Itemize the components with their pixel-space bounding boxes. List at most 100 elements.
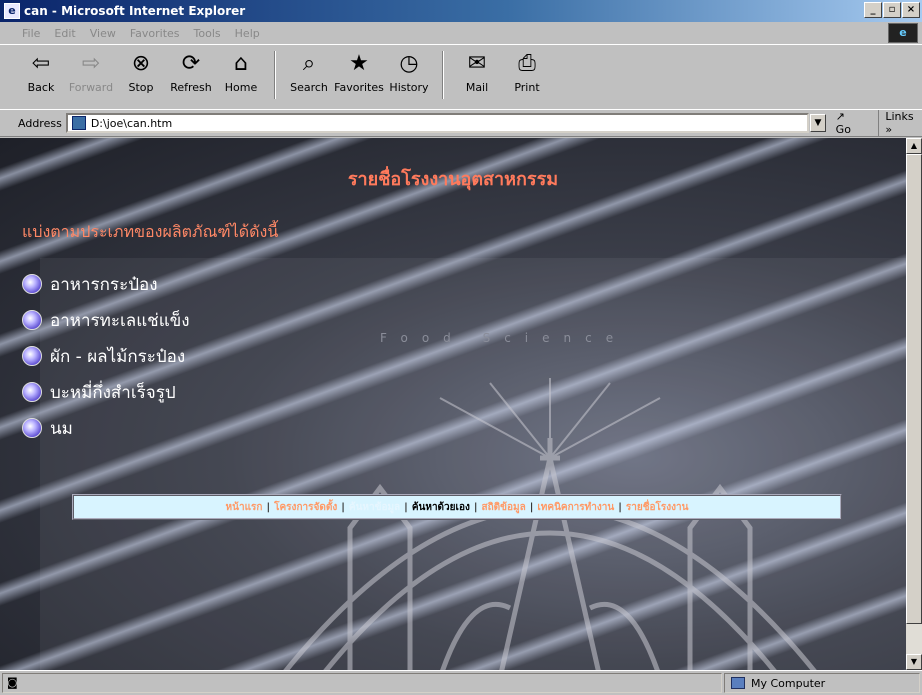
forward-arrow-icon: ⇨: [81, 51, 101, 76]
search-icon: ⌕: [302, 51, 316, 76]
bullet-icon: [22, 274, 42, 294]
menu-view[interactable]: View: [90, 27, 116, 40]
status-text: ◙: [2, 673, 722, 693]
mail-button[interactable]: ✉ Mail: [452, 45, 502, 94]
favorites-icon: ★: [349, 51, 369, 76]
forward-label: Forward: [68, 81, 114, 94]
history-icon: ◷: [399, 51, 419, 76]
links-button[interactable]: Links »: [878, 110, 922, 136]
home-label: Home: [224, 81, 258, 94]
bullet-icon: [22, 418, 42, 438]
scroll-thumb[interactable]: [906, 154, 922, 624]
category-label: อาหารกระป๋อง: [50, 274, 158, 295]
bullet-icon: [22, 346, 42, 366]
nav-separator: |: [529, 501, 534, 513]
page-viewport: รายชื่อโรงงานอุตสาหกรรม แบ่งตามประเภทของ…: [0, 138, 906, 670]
ie-throbber-icon: e: [888, 23, 918, 43]
category-link-canned-food[interactable]: อาหารกระป๋อง: [22, 266, 190, 302]
go-button[interactable]: ↗ Go: [836, 110, 863, 136]
category-label: นม: [50, 418, 73, 439]
menu-edit[interactable]: Edit: [54, 27, 75, 40]
page-icon: [71, 116, 86, 130]
bullet-icon: [22, 310, 42, 330]
nav-link-home[interactable]: หน้าแรก: [226, 500, 263, 515]
address-value: D:\joe\can.htm: [90, 116, 173, 130]
nav-link-statistics[interactable]: สถิติข้อมูล: [482, 500, 526, 515]
stop-icon: ⊗: [131, 51, 151, 76]
category-label: อาหารทะเลแช่แข็ง: [50, 310, 190, 331]
refresh-button[interactable]: ⟳ Refresh: [166, 45, 216, 94]
mail-label: Mail: [465, 81, 489, 94]
refresh-label: Refresh: [170, 81, 212, 94]
security-zone: My Computer: [724, 673, 920, 693]
back-arrow-icon: ⇦: [31, 51, 51, 76]
nav-link-factory-list[interactable]: รายชื่อโรงงาน: [626, 500, 689, 515]
search-label: Search: [290, 81, 328, 94]
print-button[interactable]: ⎙ Print: [502, 45, 552, 94]
window-titlebar: e can - Microsoft Internet Explorer _ ▫ …: [0, 0, 922, 22]
page-status-icon: ◙: [7, 676, 18, 689]
print-icon: ⎙: [518, 51, 536, 76]
toolbar-separator: [274, 51, 276, 99]
vertical-scrollbar[interactable]: ▲ ▼: [906, 138, 922, 670]
nav-link-project[interactable]: โครงการจัดตั้ง: [274, 500, 337, 515]
history-button[interactable]: ◷ History: [384, 45, 434, 94]
category-link-instant-noodles[interactable]: บะหมี่กึ่งสำเร็จรูป: [22, 374, 190, 410]
category-label: บะหมี่กึ่งสำเร็จรูป: [50, 382, 176, 403]
menu-file[interactable]: File: [22, 27, 40, 40]
stop-label: Stop: [128, 81, 154, 94]
menu-help[interactable]: Help: [235, 27, 260, 40]
window-title: can - Microsoft Internet Explorer: [24, 4, 246, 18]
menu-bar: File Edit View Favorites Tools Help e: [0, 22, 922, 44]
nav-link-search[interactable]: ค้นหาข้อมูล: [349, 500, 400, 515]
stop-button[interactable]: ⊗ Stop: [116, 45, 166, 94]
category-link-canned-fruit-veg[interactable]: ผัก - ผลไม้กระป๋อง: [22, 338, 190, 374]
category-link-milk[interactable]: นม: [22, 410, 190, 446]
address-label: Address: [18, 116, 62, 130]
page-subheading: แบ่งตามประเภทของผลิตภัณฑ์ได้ดังนี้: [22, 222, 279, 241]
refresh-icon: ⟳: [181, 51, 201, 76]
print-label: Print: [514, 81, 540, 94]
category-label: ผัก - ผลไม้กระป๋อง: [50, 346, 186, 367]
my-computer-icon: [731, 677, 745, 689]
scroll-up-button[interactable]: ▲: [906, 138, 922, 154]
bottom-nav-bar: หน้าแรก | โครงการจัดตั้ง | ค้นหาข้อมูล |…: [72, 494, 842, 520]
close-button[interactable]: ×: [902, 2, 920, 18]
nav-separator: |: [618, 501, 622, 513]
forward-button[interactable]: ⇨ Forward: [66, 45, 116, 94]
maximize-button[interactable]: ▫: [883, 2, 901, 18]
nav-separator: |: [404, 501, 408, 513]
home-button[interactable]: ⌂ Home: [216, 45, 266, 94]
back-label: Back: [27, 81, 55, 94]
back-button[interactable]: ⇦ Back: [16, 45, 66, 94]
menu-favorites[interactable]: Favorites: [130, 27, 180, 40]
minimize-button[interactable]: _: [864, 2, 882, 18]
favorites-label: Favorites: [334, 81, 384, 94]
toolbar-separator: [442, 51, 444, 99]
category-link-frozen-seafood[interactable]: อาหารทะเลแช่แข็ง: [22, 302, 190, 338]
nav-separator: |: [341, 501, 345, 513]
address-input[interactable]: D:\joe\can.htm: [65, 113, 810, 133]
zone-label: My Computer: [751, 676, 826, 690]
address-dropdown-button[interactable]: ▼: [810, 114, 826, 132]
window-controls: _ ▫ ×: [864, 2, 920, 18]
standard-toolbar: ⇦ Back ⇨ Forward ⊗ Stop ⟳ Refresh ⌂ Home…: [0, 44, 922, 108]
page-title: รายชื่อโรงงานอุตสาหกรรม: [347, 169, 559, 190]
search-button[interactable]: ⌕ Search: [284, 45, 334, 94]
ie-page-icon: e: [4, 3, 20, 19]
history-label: History: [389, 81, 429, 94]
nav-link-self-search[interactable]: ค้นหาด้วยเอง: [412, 500, 470, 515]
mail-icon: ✉: [467, 51, 487, 76]
university-seal-watermark: [283, 378, 817, 670]
favorites-button[interactable]: ★ Favorites: [334, 45, 384, 94]
address-bar: Address D:\joe\can.htm ▼ ↗ Go Links »: [0, 109, 922, 137]
category-list: อาหารกระป๋อง อาหารทะเลแช่แข็ง ผัก - ผลไม…: [22, 266, 190, 446]
scroll-down-button[interactable]: ▼: [906, 654, 922, 670]
nav-link-techniques[interactable]: เทคนิคการทำงาน: [537, 500, 614, 515]
go-label: Go: [835, 123, 851, 136]
nav-separator: |: [473, 501, 478, 513]
home-icon: ⌂: [234, 51, 248, 76]
menu-tools[interactable]: Tools: [194, 27, 221, 40]
food-science-watermark: Food Science: [380, 331, 628, 345]
bullet-icon: [22, 382, 42, 402]
